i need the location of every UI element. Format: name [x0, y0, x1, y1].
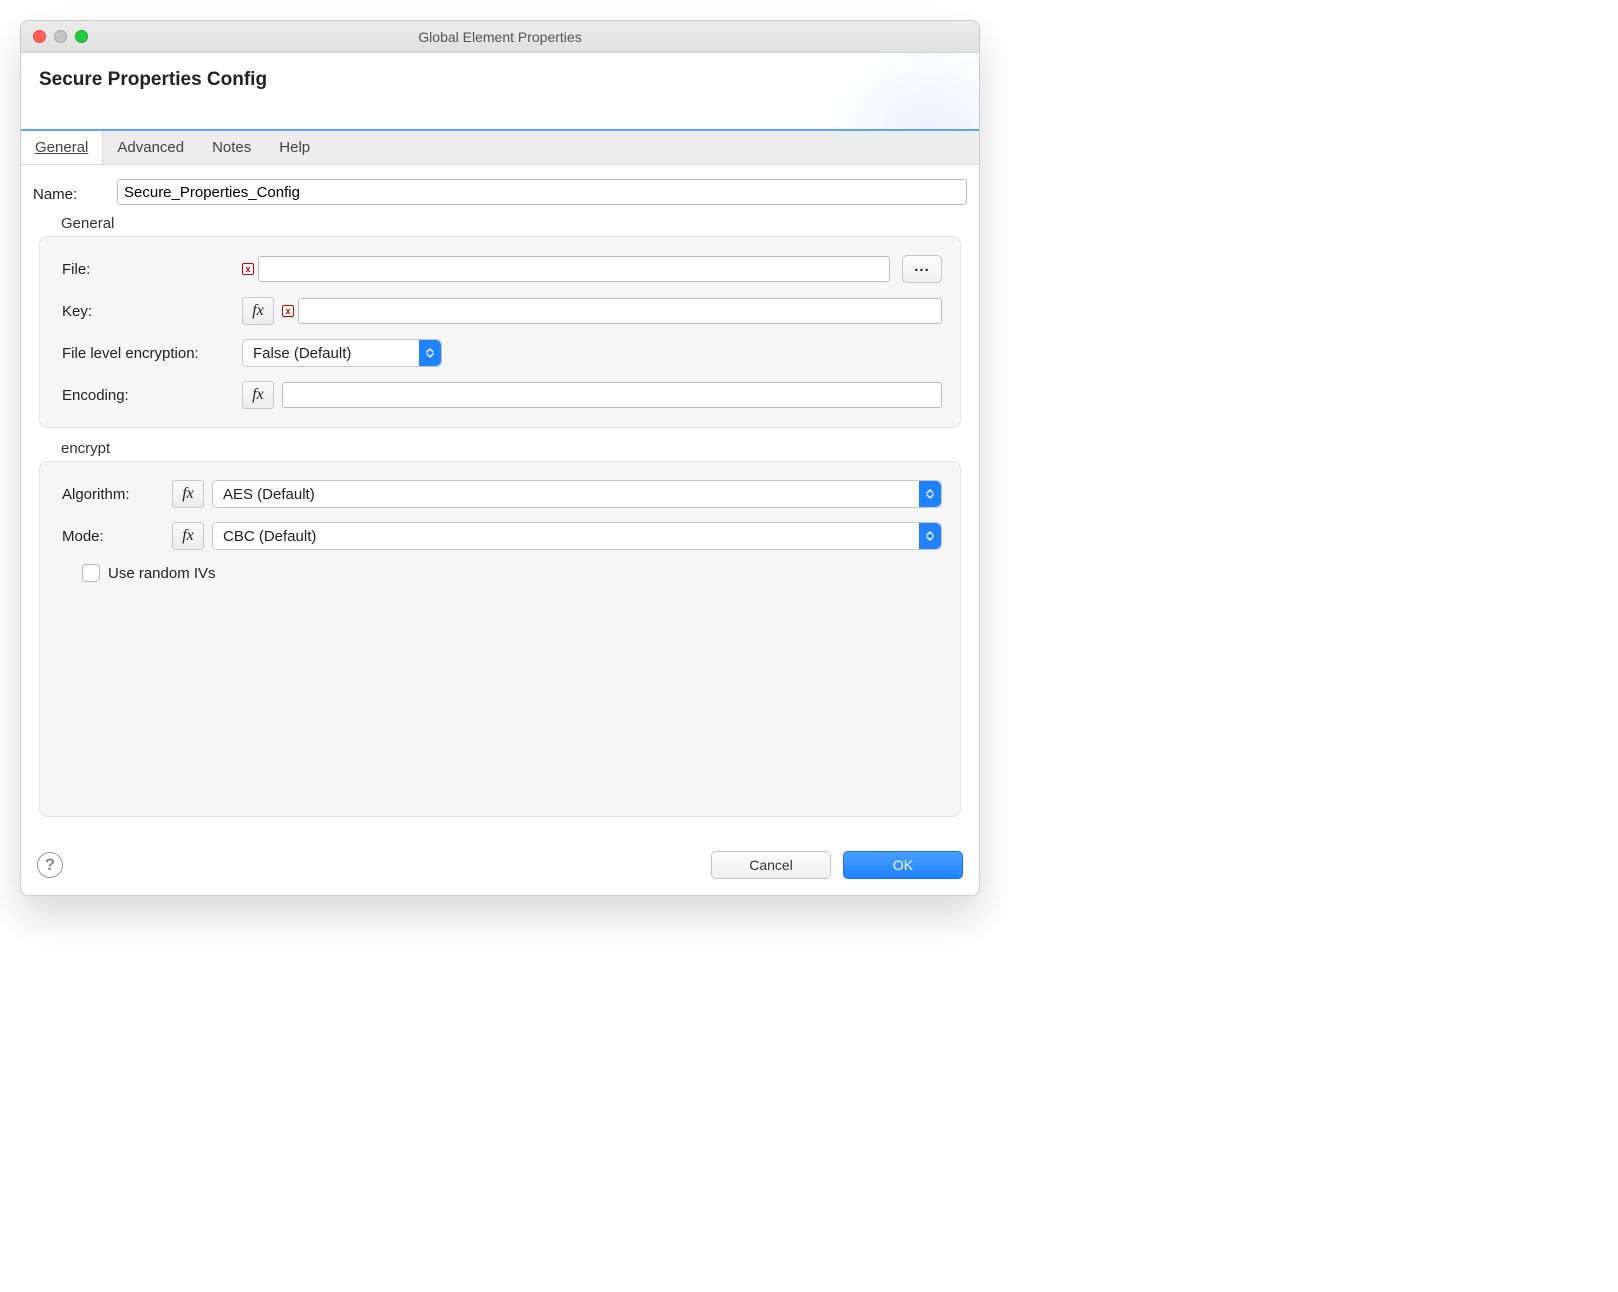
key-input[interactable]: [298, 298, 942, 324]
file-level-encryption-value: False (Default): [243, 345, 419, 362]
fx-button-encoding[interactable]: fx: [242, 381, 274, 409]
algorithm-select[interactable]: AES (Default): [212, 480, 942, 508]
random-iv-row: Use random IVs: [62, 564, 942, 582]
fx-button-mode[interactable]: fx: [172, 522, 204, 550]
name-input[interactable]: [117, 179, 967, 205]
page-title: Secure Properties Config: [39, 69, 961, 91]
file-browse-button[interactable]: ...: [902, 255, 942, 283]
titlebar: Global Element Properties: [21, 21, 979, 53]
minimize-window-button[interactable]: [54, 30, 67, 43]
name-row: Name:: [33, 179, 967, 205]
dialog-footer: ? Cancel OK: [21, 839, 979, 895]
ok-button[interactable]: OK: [843, 851, 963, 879]
window-controls: [21, 30, 88, 43]
error-icon: x: [242, 263, 254, 275]
help-icon[interactable]: ?: [37, 852, 63, 878]
chevron-updown-icon: [919, 523, 941, 549]
group-encrypt: Algorithm: fx AES (Default) Mode: fx CBC…: [39, 461, 961, 817]
window-title: Global Element Properties: [21, 29, 979, 45]
mode-value: CBC (Default): [213, 528, 919, 545]
algorithm-label: Algorithm:: [62, 486, 172, 503]
group-general-legend: General: [33, 215, 967, 232]
file-input[interactable]: [258, 256, 890, 282]
key-row: Key: fx x: [62, 297, 942, 325]
random-iv-checkbox[interactable]: [82, 564, 100, 582]
fx-button-key[interactable]: fx: [242, 297, 274, 325]
key-label: Key:: [62, 303, 242, 320]
dialog-header: Secure Properties Config: [21, 53, 979, 129]
maximize-window-button[interactable]: [75, 30, 88, 43]
encoding-label: Encoding:: [62, 387, 242, 404]
file-level-encryption-label: File level encryption:: [62, 345, 242, 362]
cancel-button[interactable]: Cancel: [711, 851, 831, 879]
algorithm-value: AES (Default): [213, 486, 919, 503]
tab-content: Name: General File: x ... Key: fx x File…: [21, 165, 979, 839]
close-window-button[interactable]: [33, 30, 46, 43]
chevron-updown-icon: [419, 340, 441, 366]
file-row: File: x ...: [62, 255, 942, 283]
tab-advanced[interactable]: Advanced: [103, 131, 198, 164]
fx-button-algorithm[interactable]: fx: [172, 480, 204, 508]
random-iv-label: Use random IVs: [108, 565, 216, 582]
group-encrypt-legend: encrypt: [33, 440, 967, 457]
file-level-encryption-select[interactable]: False (Default): [242, 339, 442, 367]
file-level-encryption-row: File level encryption: False (Default): [62, 339, 942, 367]
error-icon: x: [282, 305, 294, 317]
algorithm-row: Algorithm: fx AES (Default): [62, 480, 942, 508]
encoding-input[interactable]: [282, 382, 942, 408]
file-label: File:: [62, 261, 242, 278]
tab-general[interactable]: General: [21, 131, 103, 164]
mode-row: Mode: fx CBC (Default): [62, 522, 942, 550]
name-label: Name:: [33, 182, 117, 203]
chevron-updown-icon: [919, 481, 941, 507]
group-general: File: x ... Key: fx x File level encrypt…: [39, 236, 961, 428]
dialog-window: Global Element Properties Secure Propert…: [20, 20, 980, 896]
tab-bar: General Advanced Notes Help: [21, 129, 979, 165]
mode-select[interactable]: CBC (Default): [212, 522, 942, 550]
tab-notes[interactable]: Notes: [198, 131, 265, 164]
tab-help[interactable]: Help: [265, 131, 324, 164]
encoding-row: Encoding: fx: [62, 381, 942, 409]
mode-label: Mode:: [62, 528, 172, 545]
